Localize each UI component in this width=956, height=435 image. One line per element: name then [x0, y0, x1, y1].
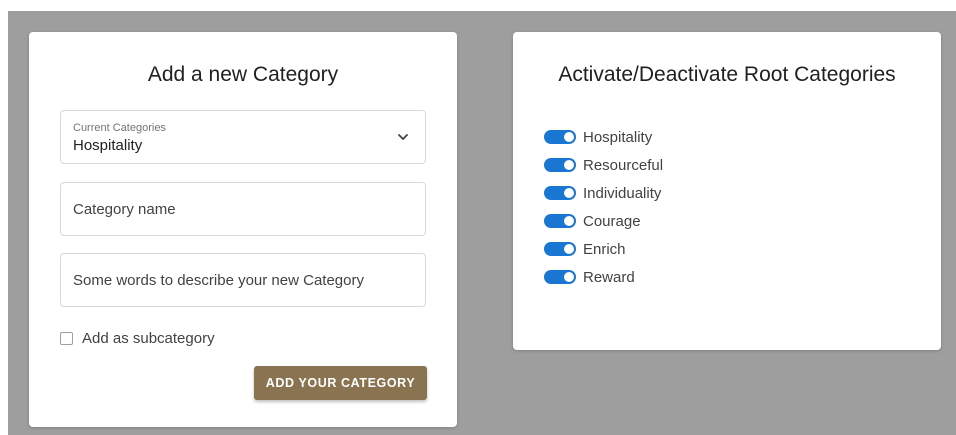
category-name-field — [60, 182, 426, 236]
root-categories-card: Activate/Deactivate Root Categories Hosp… — [513, 32, 941, 350]
category-toggle-label: Individuality — [583, 184, 662, 202]
category-toggle[interactable] — [544, 242, 576, 256]
category-toggle[interactable] — [544, 130, 576, 144]
toggle-knob — [564, 216, 574, 226]
select-caption: Current Categories — [73, 122, 166, 134]
toggle-knob — [564, 160, 574, 170]
current-categories-select[interactable]: Current Categories Hospitality — [60, 110, 426, 164]
root-category-item: Reward — [544, 263, 663, 291]
add-category-button[interactable]: ADD YOUR CATEGORY — [254, 366, 427, 400]
root-category-list: Hospitality Resourceful Individuality Co… — [544, 123, 663, 291]
category-name-input[interactable] — [73, 183, 413, 235]
toggle-knob — [564, 132, 574, 142]
root-category-item: Individuality — [544, 179, 663, 207]
select-value: Hospitality — [73, 137, 143, 154]
category-description-input[interactable] — [73, 254, 413, 306]
root-category-item: Enrich — [544, 235, 663, 263]
subcategory-checkbox-label: Add as subcategory — [82, 329, 215, 347]
subcategory-checkbox[interactable] — [60, 331, 73, 345]
toggle-knob — [564, 272, 574, 282]
category-toggle[interactable] — [544, 158, 576, 172]
category-toggle-label: Courage — [583, 212, 641, 230]
page-background: Add a new Category Current Categories Ho… — [8, 11, 956, 435]
subcategory-checkbox-row[interactable]: Add as subcategory — [60, 329, 215, 347]
toggle-knob — [564, 188, 574, 198]
root-category-item: Courage — [544, 207, 663, 235]
add-category-title: Add a new Category — [147, 63, 339, 86]
category-toggle-label: Enrich — [583, 240, 626, 258]
add-category-card: Add a new Category Current Categories Ho… — [29, 32, 457, 427]
chevron-down-icon — [398, 134, 408, 140]
toggle-knob — [564, 244, 574, 254]
root-category-item: Resourceful — [544, 151, 663, 179]
category-toggle-label: Reward — [583, 268, 635, 286]
category-toggle-label: Resourceful — [583, 156, 664, 174]
category-toggle[interactable] — [544, 186, 576, 200]
root-categories-title: Activate/Deactivate Root Categories — [558, 63, 896, 86]
category-description-field — [60, 253, 426, 307]
root-category-item: Hospitality — [544, 123, 663, 151]
category-toggle[interactable] — [544, 214, 576, 228]
category-toggle[interactable] — [544, 270, 576, 284]
category-toggle-label: Hospitality — [583, 128, 653, 146]
